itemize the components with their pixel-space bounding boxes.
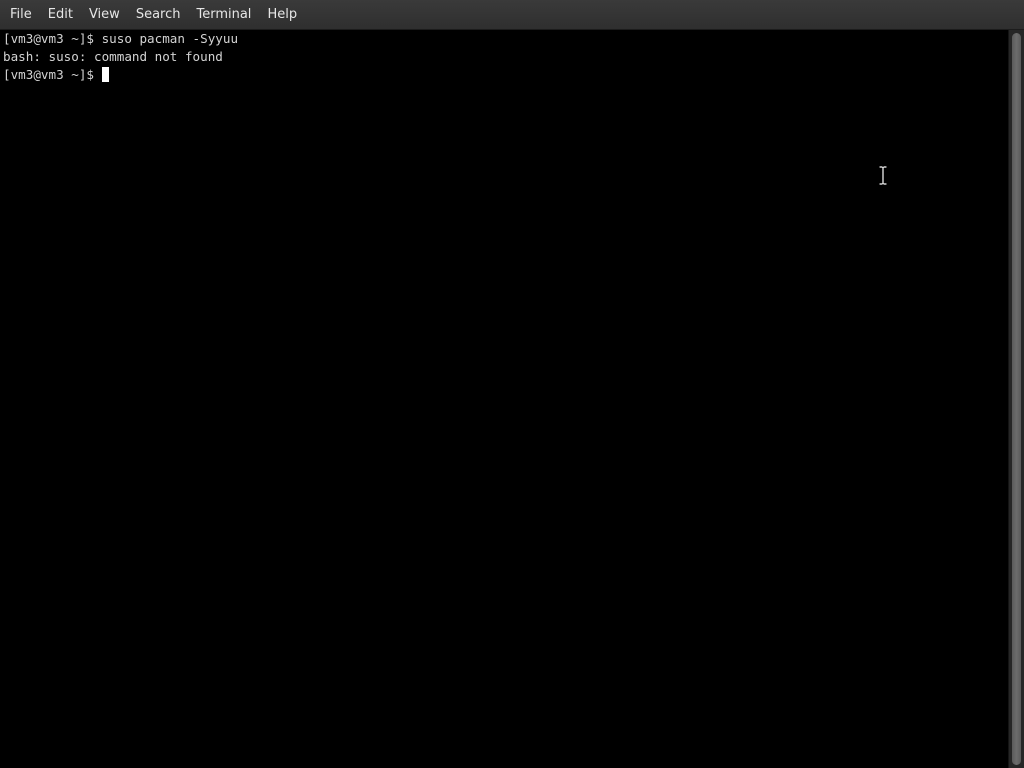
terminal-window: File Edit View Search Terminal Help [vm3… xyxy=(0,0,1024,768)
text-cursor xyxy=(101,67,109,82)
menu-search[interactable]: Search xyxy=(128,0,189,30)
menu-edit[interactable]: Edit xyxy=(40,0,81,30)
terminal-line-error: bash: suso: command not found xyxy=(0,48,1008,66)
terminal-output[interactable]: [vm3@vm3 ~]$ suso pacman -Syyuu bash: su… xyxy=(0,30,1008,768)
terminal-line-text: bash: suso: command not found xyxy=(3,49,223,64)
terminal-line-text: [vm3@vm3 ~]$ suso pacman -Syyuu xyxy=(3,31,239,46)
menu-file[interactable]: File xyxy=(2,0,40,30)
terminal-line-prompt: [vm3@vm3 ~]$ xyxy=(0,66,1008,84)
menu-view[interactable]: View xyxy=(81,0,128,30)
terminal-prompt-text: [vm3@vm3 ~]$ xyxy=(3,67,102,82)
menu-terminal[interactable]: Terminal xyxy=(188,0,259,30)
scrollbar-thumb[interactable] xyxy=(1012,33,1021,765)
menu-help[interactable]: Help xyxy=(259,0,305,30)
menubar: File Edit View Search Terminal Help xyxy=(0,0,1024,30)
ibeam-cursor-icon xyxy=(878,165,888,186)
terminal-line-command: [vm3@vm3 ~]$ suso pacman -Syyuu xyxy=(0,30,1008,48)
vertical-scrollbar[interactable] xyxy=(1008,30,1024,768)
